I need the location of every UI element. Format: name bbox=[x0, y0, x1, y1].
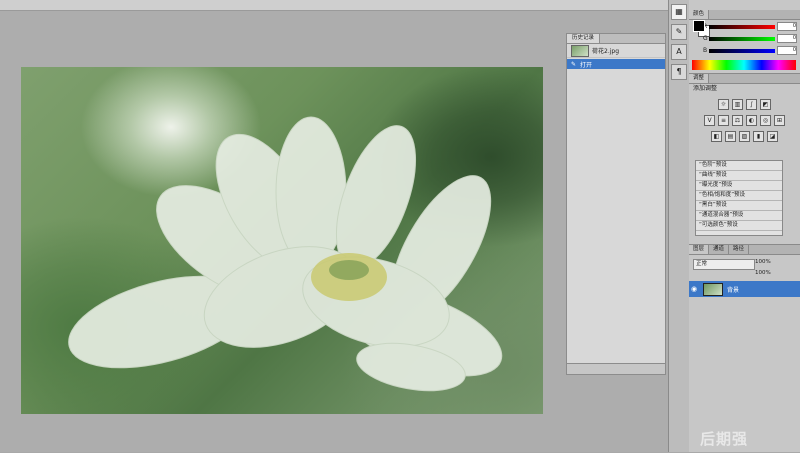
layer-thumbnail bbox=[703, 282, 723, 296]
tab-adjustments[interactable]: 调整 bbox=[689, 74, 710, 83]
adjustment-icons-row-2: V ≡ ⚖ ◐ ◎ ⊞ bbox=[689, 115, 800, 126]
history-step-label: 打开 bbox=[580, 61, 593, 69]
tab-channels[interactable]: 通道 bbox=[709, 245, 730, 254]
opacity-value[interactable]: 100% bbox=[755, 259, 771, 265]
lotus-image bbox=[68, 116, 503, 392]
preset-item[interactable]: “曝光度”预设 bbox=[696, 181, 782, 191]
tab-layers[interactable]: 图层 bbox=[689, 245, 710, 254]
panel-dock: 颜色 R 0 G 0 B 0 调整 添加调整 ☼ ▥ ∫ ◩ V ≡ ⚖ ◐ ◎ bbox=[689, 0, 800, 452]
options-bar bbox=[0, 0, 668, 11]
collapsed-panel-strip: ▦ ✎ A ¶ bbox=[668, 0, 690, 452]
type-icon[interactable]: A bbox=[671, 44, 687, 60]
exposure-icon[interactable]: ◩ bbox=[760, 99, 771, 110]
channel-mixer-icon[interactable]: ⊞ bbox=[774, 115, 785, 126]
invert-icon[interactable]: ◧ bbox=[711, 131, 722, 142]
snapshot-name: 荷花2.jpg bbox=[592, 48, 620, 55]
color-balance-icon[interactable]: ⚖ bbox=[732, 115, 743, 126]
preset-item[interactable]: “色相/饱和度”预设 bbox=[696, 191, 782, 201]
history-footer bbox=[567, 363, 665, 374]
g-slider[interactable] bbox=[709, 37, 775, 41]
b-value[interactable]: 0 bbox=[777, 46, 797, 55]
color-panel: 颜色 R 0 G 0 B 0 bbox=[689, 10, 800, 72]
tab-paths[interactable]: 路径 bbox=[729, 245, 750, 254]
adjustments-title: 添加调整 bbox=[693, 85, 718, 92]
history-brush-icon: ✎ bbox=[571, 60, 577, 68]
gradient-map-icon[interactable]: ▮ bbox=[753, 131, 764, 142]
brush-icon[interactable]: ✎ bbox=[671, 24, 687, 40]
r-value[interactable]: 0 bbox=[777, 22, 797, 31]
visibility-eye-icon[interactable]: ◉ bbox=[689, 285, 699, 293]
document-canvas[interactable] bbox=[21, 67, 543, 414]
brightness-icon[interactable]: ☼ bbox=[718, 99, 729, 110]
vibrance-icon[interactable]: V bbox=[704, 115, 715, 126]
watermark-text: 后期强 bbox=[700, 430, 749, 448]
history-panel: 历史记录 荷花2.jpg ✎ 打开 bbox=[566, 33, 666, 375]
b-label: B bbox=[703, 47, 708, 54]
b-slider[interactable] bbox=[709, 49, 775, 53]
tab-color[interactable]: 颜色 bbox=[689, 10, 710, 19]
hue-saturation-icon[interactable]: ≡ bbox=[718, 115, 729, 126]
posterize-icon[interactable]: ▤ bbox=[725, 131, 736, 142]
r-slider[interactable] bbox=[709, 25, 775, 29]
curves-icon[interactable]: ∫ bbox=[746, 99, 757, 110]
photo-filter-icon[interactable]: ◎ bbox=[760, 115, 771, 126]
preset-item[interactable]: “通道混合器”预设 bbox=[696, 211, 782, 221]
history-step-open[interactable]: ✎ 打开 bbox=[567, 59, 665, 69]
selective-color-icon[interactable]: ◪ bbox=[767, 131, 778, 142]
threshold-icon[interactable]: ▨ bbox=[739, 131, 750, 142]
preset-item[interactable]: “色阶”预设 bbox=[696, 161, 782, 171]
black-white-icon[interactable]: ◐ bbox=[746, 115, 757, 126]
levels-icon[interactable]: ▥ bbox=[732, 99, 743, 110]
swatches-icon[interactable]: ▦ bbox=[671, 4, 687, 20]
presets-list: “色阶”预设 “曲线”预设 “曝光度”预设 “色相/饱和度”预设 “黑白”预设 … bbox=[695, 160, 783, 236]
adjustment-icons-row-3: ◧ ▤ ▨ ▮ ◪ bbox=[689, 131, 800, 142]
layers-panel: 图层 通道 路径 正常 100% 100% ◉ 背景 bbox=[689, 244, 800, 453]
g-label: G bbox=[703, 35, 708, 42]
adjustments-panel: 调整 添加调整 ☼ ▥ ∫ ◩ V ≡ ⚖ ◐ ◎ ⊞ ◧ ▤ ▨ ▮ ◪ “色… bbox=[689, 73, 800, 244]
layer-name: 背景 bbox=[727, 286, 740, 294]
foreground-swatch[interactable] bbox=[693, 20, 705, 32]
paragraph-icon[interactable]: ¶ bbox=[671, 64, 687, 80]
blend-mode-select[interactable]: 正常 bbox=[693, 259, 755, 270]
g-value[interactable]: 0 bbox=[777, 34, 797, 43]
adjustment-icons-row-1: ☼ ▥ ∫ ◩ bbox=[689, 99, 800, 110]
preset-item[interactable]: “可选颜色”预设 bbox=[696, 221, 782, 231]
fill-value[interactable]: 100% bbox=[755, 270, 771, 276]
tab-history[interactable]: 历史记录 bbox=[567, 34, 601, 43]
preset-item[interactable]: “曲线”预设 bbox=[696, 171, 782, 181]
snapshot-thumbnail bbox=[571, 44, 589, 57]
preset-item[interactable]: “黑白”预设 bbox=[696, 201, 782, 211]
layer-row-background[interactable]: ◉ 背景 bbox=[689, 281, 800, 297]
color-spectrum[interactable] bbox=[692, 60, 796, 70]
history-snapshot[interactable]: 荷花2.jpg bbox=[567, 44, 665, 58]
